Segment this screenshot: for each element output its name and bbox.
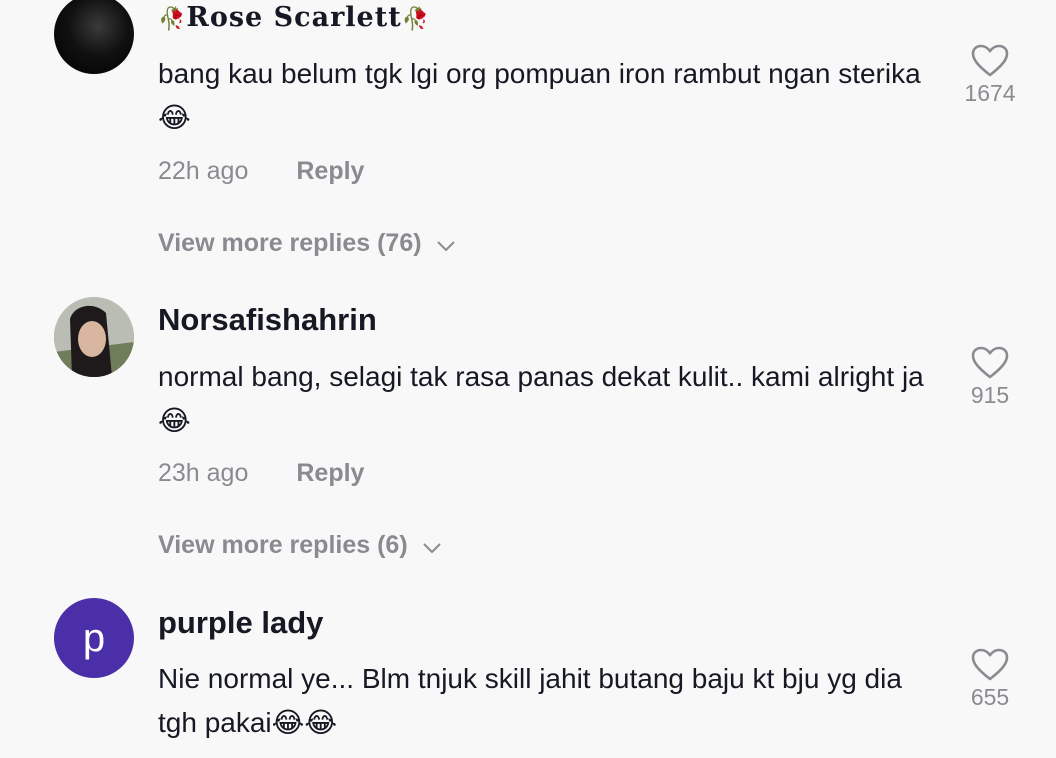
heart-outline-icon	[950, 44, 1030, 78]
comment-text: normal bang, selagi tak rasa panas dekat…	[158, 361, 924, 436]
reply-button[interactable]: Reply	[296, 459, 364, 487]
comment-text: Nie normal ye... Blm tnjuk skill jahit b…	[158, 663, 902, 738]
comment-username[interactable]: 🥀Rose Scarlett🥀	[158, 2, 430, 33]
rose-icon: 🥀	[158, 6, 187, 32]
like-button[interactable]: 915	[950, 346, 1030, 409]
avatar[interactable]	[54, 297, 134, 377]
comment-timestamp: 22h ago	[158, 157, 249, 185]
view-more-replies-button[interactable]: View more replies (6)	[158, 531, 442, 561]
avatar-photo	[54, 297, 134, 377]
comment-username[interactable]: Norsafishahrin	[158, 302, 377, 338]
chevron-down-icon	[436, 230, 456, 259]
like-count: 1674	[964, 80, 1016, 106]
avatar[interactable]	[54, 0, 134, 74]
view-more-replies-label: View more replies (6)	[158, 531, 408, 559]
heart-outline-icon	[950, 346, 1030, 380]
like-count: 655	[970, 684, 1010, 710]
username-text: Rose Scarlett	[186, 2, 402, 33]
like-button[interactable]: 1674	[950, 44, 1030, 107]
comment-text: bang kau belum tgk lgi org pompuan iron …	[158, 58, 921, 133]
avatar[interactable]: p	[54, 598, 134, 678]
rose-icon: 🥀	[401, 6, 431, 32]
view-more-replies-button[interactable]: View more replies (76)	[158, 229, 456, 259]
comment-meta: 23h ago Reply	[158, 459, 364, 488]
reply-button[interactable]: Reply	[296, 157, 364, 185]
chevron-down-icon	[422, 532, 442, 561]
like-button[interactable]: 655	[950, 648, 1030, 711]
comment-timestamp: 23h ago	[158, 459, 249, 487]
like-count: 915	[970, 382, 1010, 408]
view-more-replies-label: View more replies (76)	[158, 229, 422, 257]
comment-meta: 22h ago Reply	[158, 157, 364, 186]
heart-outline-icon	[950, 648, 1030, 682]
comment-username[interactable]: purple lady	[158, 605, 323, 641]
